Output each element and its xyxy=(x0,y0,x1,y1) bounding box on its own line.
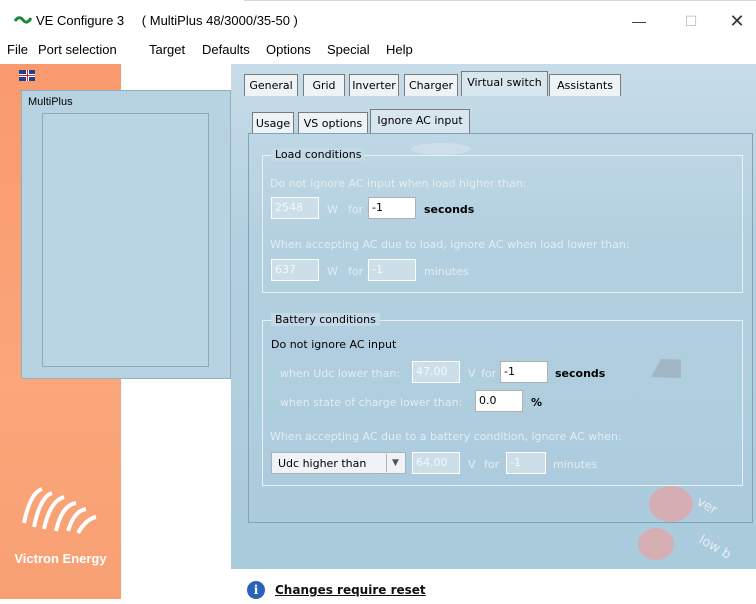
soc-unit: % xyxy=(531,396,543,409)
info-icon: i xyxy=(247,581,265,599)
svg-text:low b: low b xyxy=(696,532,733,562)
app-title: VE Configure 3 xyxy=(36,13,125,28)
load-conditions-title: Load conditions xyxy=(271,148,366,161)
tab-assistants[interactable]: Assistants xyxy=(549,74,621,96)
load-low-minutes-field[interactable]: -1 xyxy=(368,259,416,281)
load-low-minutes-label: minutes xyxy=(424,265,469,278)
load-high-unit: W xyxy=(327,203,338,216)
title-divider xyxy=(244,0,756,1)
udc-high-minutes-field[interactable]: -1 xyxy=(506,452,546,474)
minimize-button[interactable]: — xyxy=(624,10,654,32)
subtab-usage[interactable]: Usage xyxy=(252,112,294,134)
subtab-ignore-ac-input[interactable]: Ignore AC input xyxy=(370,109,470,134)
menu-file[interactable]: File xyxy=(7,42,28,57)
battery-header: Do not ignore AC input xyxy=(271,338,397,351)
load-high-label: Do not ignore AC input when load higher … xyxy=(270,177,527,190)
menu-options[interactable]: Options xyxy=(266,42,311,57)
ignore-ac-battery-label: When accepting AC due to a battery condi… xyxy=(270,430,622,443)
load-low-unit: W xyxy=(327,265,338,278)
uk-flag-icon[interactable] xyxy=(19,70,35,81)
chevron-down-icon[interactable]: ▼ xyxy=(386,454,404,472)
brand-name: Victron Energy xyxy=(14,551,107,566)
device-title: ( MultiPlus 48/3000/35-50 ) xyxy=(141,13,298,28)
menu-target[interactable]: Target xyxy=(149,42,185,57)
battery-condition-select[interactable]: Udc higher than ▼ xyxy=(271,452,406,474)
victron-app-icon xyxy=(14,16,32,24)
device-detail-box xyxy=(42,113,209,367)
udc-high-for: for xyxy=(484,458,500,471)
udc-high-value-field[interactable]: 64.00 xyxy=(412,452,460,474)
changes-require-reset-link[interactable]: Changes require reset xyxy=(275,583,426,597)
load-high-watts-field[interactable]: 2548 xyxy=(271,197,319,219)
soc-low-field[interactable]: 0.0 xyxy=(475,390,523,412)
udc-for: for xyxy=(481,367,497,380)
udc-unit: V xyxy=(468,367,476,380)
udc-low-label: when Udc lower than: xyxy=(280,367,401,380)
victron-logo-icon xyxy=(22,487,97,535)
load-low-for: for xyxy=(348,265,364,278)
tab-virtual-switch[interactable]: Virtual switch xyxy=(461,71,548,96)
battery-condition-value: Udc higher than xyxy=(278,457,367,470)
close-button[interactable]: ✕ xyxy=(722,10,752,32)
menu-help[interactable]: Help xyxy=(386,42,413,57)
load-high-seconds-field[interactable]: -1 xyxy=(368,197,416,219)
load-high-seconds-label: seconds xyxy=(424,203,475,216)
title-bar: VE Configure 3 ( MultiPlus 48/3000/35-50… xyxy=(0,0,756,38)
udc-high-unit: V xyxy=(468,458,476,471)
udc-seconds-label: seconds xyxy=(555,367,606,380)
tab-charger[interactable]: Charger xyxy=(404,74,458,96)
tab-grid[interactable]: Grid xyxy=(303,74,345,96)
udc-high-minutes-label: minutes xyxy=(553,458,598,471)
udc-low-seconds-field[interactable]: -1 xyxy=(500,361,548,383)
menu-defaults[interactable]: Defaults xyxy=(202,42,250,57)
udc-low-value-field[interactable]: 47.00 xyxy=(412,361,460,383)
load-low-label: When accepting AC due to load, ignore AC… xyxy=(270,238,630,251)
menu-bar: File Port selection Target Defaults Opti… xyxy=(0,40,756,60)
tab-inverter[interactable]: Inverter xyxy=(349,74,399,96)
status-bar: i Changes require reset xyxy=(247,581,426,599)
subtab-vs-options[interactable]: VS options xyxy=(298,112,368,134)
device-name[interactable]: MultiPlus xyxy=(28,96,73,108)
soc-low-label: when state of charge lower than: xyxy=(280,396,463,409)
menu-special[interactable]: Special xyxy=(327,42,370,57)
battery-conditions-title: Battery conditions xyxy=(271,313,380,326)
device-list-panel: MultiPlus xyxy=(21,90,231,379)
menu-port-selection[interactable]: Port selection xyxy=(38,42,117,57)
load-low-watts-field[interactable]: 637 xyxy=(271,259,319,281)
maximize-button[interactable]: ☐ xyxy=(676,10,706,32)
tab-general[interactable]: General xyxy=(244,74,298,96)
load-high-for: for xyxy=(348,203,364,216)
window-title: VE Configure 3 ( MultiPlus 48/3000/35-50… xyxy=(36,13,298,28)
